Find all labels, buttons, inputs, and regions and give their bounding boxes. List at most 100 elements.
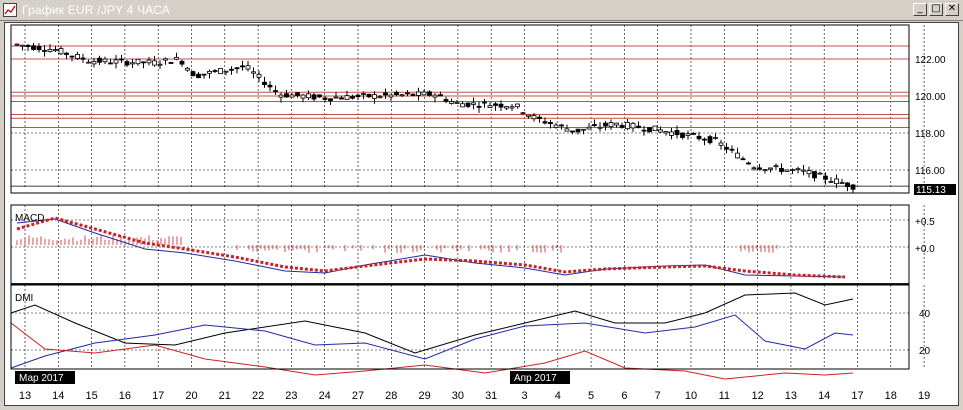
candle-body — [603, 122, 608, 127]
day-label: 18 — [885, 390, 897, 402]
candle-body — [14, 43, 20, 46]
candle-body — [449, 101, 454, 104]
candle-body — [801, 169, 806, 172]
price-tick: 122.00 — [915, 55, 946, 66]
candle-body — [487, 105, 493, 108]
level-lines — [11, 45, 909, 187]
candle-body — [421, 91, 427, 96]
candle-body — [504, 106, 509, 109]
candle-body — [740, 158, 746, 161]
candle-body — [20, 44, 25, 47]
day-label: 15 — [85, 390, 97, 402]
candle-body — [262, 81, 267, 86]
candle-body — [108, 62, 113, 65]
candle-body — [498, 103, 504, 108]
month-marker: Мар 2017 — [19, 373, 64, 384]
candle-body — [179, 60, 185, 65]
candle-body — [707, 136, 713, 144]
chart-canvas[interactable]: 122.00 120.00 118.00 116.00 115.13 MACD … — [5, 23, 958, 405]
window-titlebar: График EUR /JPY 4 ЧАСА _ □ ✕ — [0, 0, 963, 21]
candle-body — [47, 49, 53, 52]
candle-body — [581, 128, 586, 131]
candle-body — [91, 61, 97, 65]
candle-body — [174, 56, 179, 60]
candle-body — [328, 98, 333, 102]
candle-body — [251, 71, 256, 74]
time-axis: 13 14 15 16 17 20 21 22 23 24 27 28 29 30 31 3 4 5 6 7 10 11 1… — [19, 390, 930, 402]
chart-app-icon — [3, 3, 17, 17]
candle-body — [751, 167, 757, 170]
day-label: 13 — [785, 390, 797, 402]
dmi-tick: 40 — [919, 309, 931, 320]
panel-border — [10, 24, 910, 194]
candle-body — [399, 94, 405, 97]
day-label: 22 — [252, 390, 264, 402]
candle-body — [240, 65, 245, 68]
candle-body — [102, 58, 108, 63]
candle-body — [267, 84, 273, 88]
candle-body — [69, 55, 75, 58]
candle-body — [619, 125, 625, 128]
candle-body — [322, 97, 328, 100]
candle-body — [724, 147, 729, 150]
candle-body — [735, 152, 740, 159]
day-label: 7 — [655, 390, 661, 402]
day-label: 19 — [918, 390, 930, 402]
candle-body — [625, 121, 630, 130]
candle-body — [366, 93, 372, 98]
candle-body — [168, 62, 174, 64]
candle-body — [658, 129, 663, 133]
dmi-adx-line — [10, 292, 854, 354]
candle-body — [75, 53, 80, 59]
candle-body — [559, 124, 564, 127]
candle-body — [438, 94, 443, 97]
candle-body — [300, 94, 306, 99]
candle-body — [586, 126, 592, 130]
candle-body — [388, 94, 394, 98]
day-label: 14 — [52, 390, 64, 402]
candle-body — [636, 125, 641, 129]
candle-body — [526, 114, 531, 117]
day-label: 30 — [452, 390, 464, 402]
candle-body — [64, 52, 69, 55]
candle-body — [784, 169, 790, 172]
minimize-button[interactable]: _ — [913, 3, 927, 16]
candle-body — [97, 57, 102, 63]
candle-body — [207, 71, 212, 74]
candle-body — [702, 138, 707, 141]
candle-body — [383, 92, 388, 96]
macd-tick: +0.0 — [915, 244, 935, 255]
candle-body — [163, 58, 168, 61]
candle-body — [790, 169, 795, 171]
candle-body — [548, 122, 553, 125]
candle-body — [718, 142, 724, 146]
maximize-button[interactable]: □ — [929, 3, 943, 16]
candle-body — [768, 167, 773, 170]
candle-body — [647, 127, 652, 133]
candle-body — [289, 94, 295, 98]
candle-body — [823, 175, 828, 180]
candle-body — [493, 103, 498, 106]
dmi-tick: 20 — [919, 346, 931, 357]
dmi-label: DMI — [15, 293, 33, 304]
candle-body — [339, 97, 344, 100]
candle-body — [427, 91, 432, 96]
current-price-label: 115.13 — [916, 185, 946, 196]
candle-body — [460, 103, 465, 108]
candle-body — [157, 63, 163, 66]
candle-body — [729, 148, 735, 151]
day-label: 3 — [521, 390, 527, 402]
day-label: 10 — [685, 390, 697, 402]
candle-body — [42, 49, 47, 52]
candle-body — [124, 61, 130, 66]
candle-body — [355, 94, 361, 98]
close-button[interactable]: ✕ — [945, 3, 959, 16]
candle-body — [652, 125, 658, 132]
day-label: 5 — [588, 390, 594, 402]
day-label: 23 — [285, 390, 297, 402]
candle-body — [36, 46, 42, 51]
candle-body — [218, 68, 223, 75]
candle-body — [229, 68, 234, 71]
candle-body — [839, 182, 845, 184]
candle-body — [641, 129, 647, 132]
